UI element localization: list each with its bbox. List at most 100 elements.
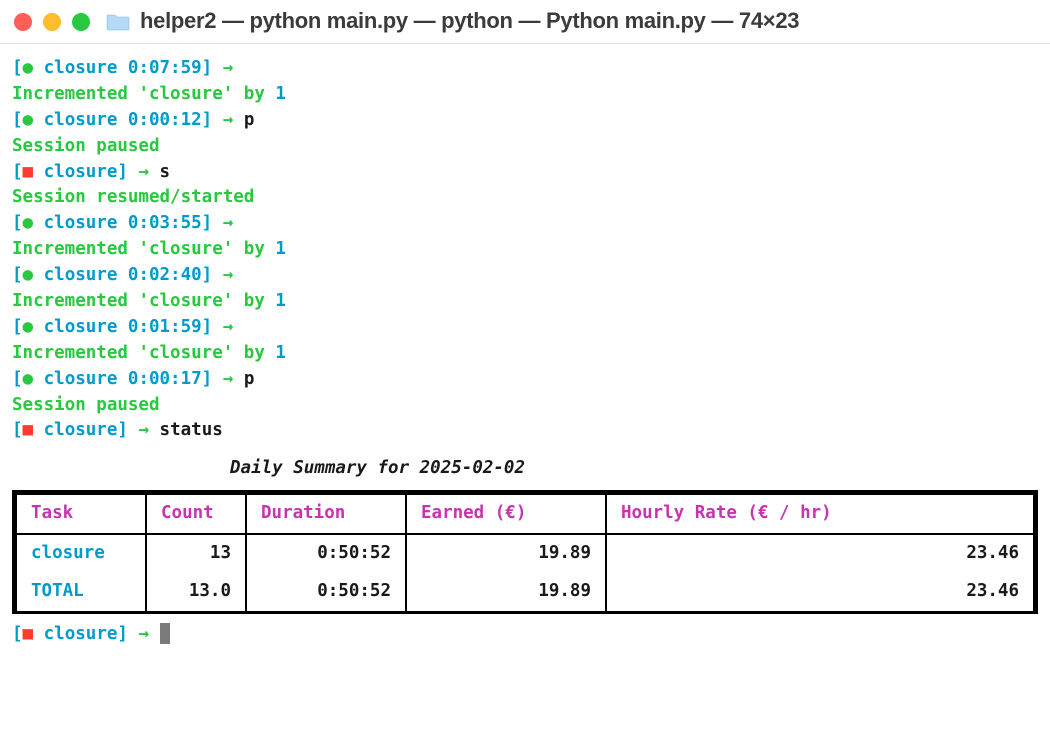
- table-cell: 13.0: [146, 573, 246, 611]
- col-count: Count: [146, 494, 246, 534]
- msg-number: 1: [275, 343, 286, 363]
- prompt-label: closure 0:01:59]: [33, 317, 212, 337]
- table-cell: 23.46: [606, 534, 1034, 573]
- msg-text: Incremented: [12, 291, 138, 311]
- prompt-open: [: [12, 58, 23, 78]
- stop-icon: ■: [23, 420, 34, 440]
- msg-text: Session resumed/started: [12, 187, 254, 207]
- summary-title: Daily Summary for 2025-02-02: [12, 458, 525, 478]
- prompt-open: [: [12, 213, 23, 233]
- play-icon: ●: [23, 369, 34, 389]
- prompt-close: ]: [117, 624, 128, 644]
- minimize-icon[interactable]: [43, 13, 61, 31]
- msg-text: by: [233, 239, 275, 259]
- arrow-icon: →: [223, 110, 234, 130]
- table-cell: 19.89: [406, 573, 606, 611]
- table-cell: 13: [146, 534, 246, 573]
- terminal-line: [● closure 0:00:17] → p: [12, 367, 1038, 393]
- prompt-label: closure 0:02:40]: [33, 265, 212, 285]
- arrow-icon: →: [138, 162, 149, 182]
- table-cell: 19.89: [406, 534, 606, 573]
- maximize-icon[interactable]: [72, 13, 90, 31]
- msg-text: Session paused: [12, 395, 160, 415]
- msg-text: Incremented: [12, 84, 138, 104]
- terminal-line: Incremented 'closure' by 1: [12, 237, 1038, 263]
- summary-table-wrap: Task Count Duration Earned (€) Hourly Ra…: [12, 490, 1038, 614]
- table-row: TOTAL13.00:50:5219.8923.46: [16, 573, 1034, 611]
- play-icon: ●: [23, 58, 34, 78]
- user-input: s: [149, 162, 170, 182]
- stop-icon: ■: [23, 162, 34, 182]
- msg-text: by: [233, 291, 275, 311]
- terminal-line: [■ closure] → s: [12, 160, 1038, 186]
- traffic-lights: [14, 13, 90, 31]
- msg-text: by: [233, 343, 275, 363]
- msg-quoted: 'closure': [138, 84, 233, 104]
- summary-table: Task Count Duration Earned (€) Hourly Ra…: [15, 493, 1035, 611]
- arrow-icon: →: [138, 420, 149, 440]
- terminal-line: Incremented 'closure' by 1: [12, 289, 1038, 315]
- table-cell: 23.46: [606, 573, 1034, 611]
- msg-text: Session paused: [12, 136, 160, 156]
- table-row: closure130:50:5219.8923.46: [16, 534, 1034, 573]
- stop-icon: ■: [23, 624, 34, 644]
- msg-quoted: 'closure': [138, 343, 233, 363]
- terminal-output[interactable]: [● closure 0:07:59] →Incremented 'closur…: [0, 44, 1050, 444]
- titlebar: helper2 — python main.py — python — Pyth…: [0, 0, 1050, 44]
- prompt-open: [: [12, 162, 23, 182]
- play-icon: ●: [23, 213, 34, 233]
- table-cell: 0:50:52: [246, 534, 406, 573]
- terminal-line: [● closure 0:02:40] →: [12, 263, 1038, 289]
- user-input: p: [233, 110, 254, 130]
- arrow-icon: →: [223, 213, 234, 233]
- msg-text: by: [233, 84, 275, 104]
- table-cell: closure: [16, 534, 146, 573]
- msg-text: Incremented: [12, 343, 138, 363]
- play-icon: ●: [23, 317, 34, 337]
- cursor: [160, 623, 170, 644]
- user-input: p: [233, 369, 254, 389]
- user-input: status: [149, 420, 223, 440]
- prompt-open: [: [12, 317, 23, 337]
- window-title: helper2 — python main.py — python — Pyth…: [140, 5, 799, 38]
- prompt-label: closure 0:00:17]: [33, 369, 212, 389]
- col-task: Task: [16, 494, 146, 534]
- col-rate: Hourly Rate (€ / hr): [606, 494, 1034, 534]
- arrow-icon: →: [223, 317, 234, 337]
- terminal-line: Session paused: [12, 393, 1038, 419]
- terminal-line: Incremented 'closure' by 1: [12, 82, 1038, 108]
- folder-icon: [106, 12, 130, 32]
- prompt-open: [: [12, 624, 23, 644]
- prompt-label: closure 0:00:12]: [33, 110, 212, 130]
- prompt-open: [: [12, 369, 23, 389]
- terminal-line: Incremented 'closure' by 1: [12, 341, 1038, 367]
- msg-number: 1: [275, 291, 286, 311]
- play-icon: ●: [23, 110, 34, 130]
- arrow-icon: →: [223, 369, 234, 389]
- table-header-row: Task Count Duration Earned (€) Hourly Ra…: [16, 494, 1034, 534]
- terminal-line: [● closure 0:07:59] →: [12, 56, 1038, 82]
- prompt-label: closure]: [33, 420, 128, 440]
- msg-quoted: 'closure': [138, 239, 233, 259]
- msg-number: 1: [275, 239, 286, 259]
- table-cell: 0:50:52: [246, 573, 406, 611]
- prompt-open: [: [12, 265, 23, 285]
- terminal-line: [● closure 0:00:12] → p: [12, 108, 1038, 134]
- terminal-line: [● closure 0:01:59] →: [12, 315, 1038, 341]
- col-earned: Earned (€): [406, 494, 606, 534]
- col-duration: Duration: [246, 494, 406, 534]
- prompt-name: closure: [44, 624, 118, 644]
- prompt-open: [: [12, 110, 23, 130]
- arrow-icon: →: [139, 624, 150, 644]
- msg-number: 1: [275, 84, 286, 104]
- prompt-label: closure 0:07:59]: [33, 58, 212, 78]
- close-icon[interactable]: [14, 13, 32, 31]
- terminal-line: [■ closure] → status: [12, 418, 1038, 444]
- terminal-line: Session resumed/started: [12, 185, 1038, 211]
- prompt-open: [: [12, 420, 23, 440]
- msg-quoted: 'closure': [138, 291, 233, 311]
- play-icon: ●: [23, 265, 34, 285]
- prompt-label: closure 0:03:55]: [33, 213, 212, 233]
- final-prompt-row[interactable]: [■ closure] →: [0, 614, 1050, 648]
- arrow-icon: →: [223, 58, 234, 78]
